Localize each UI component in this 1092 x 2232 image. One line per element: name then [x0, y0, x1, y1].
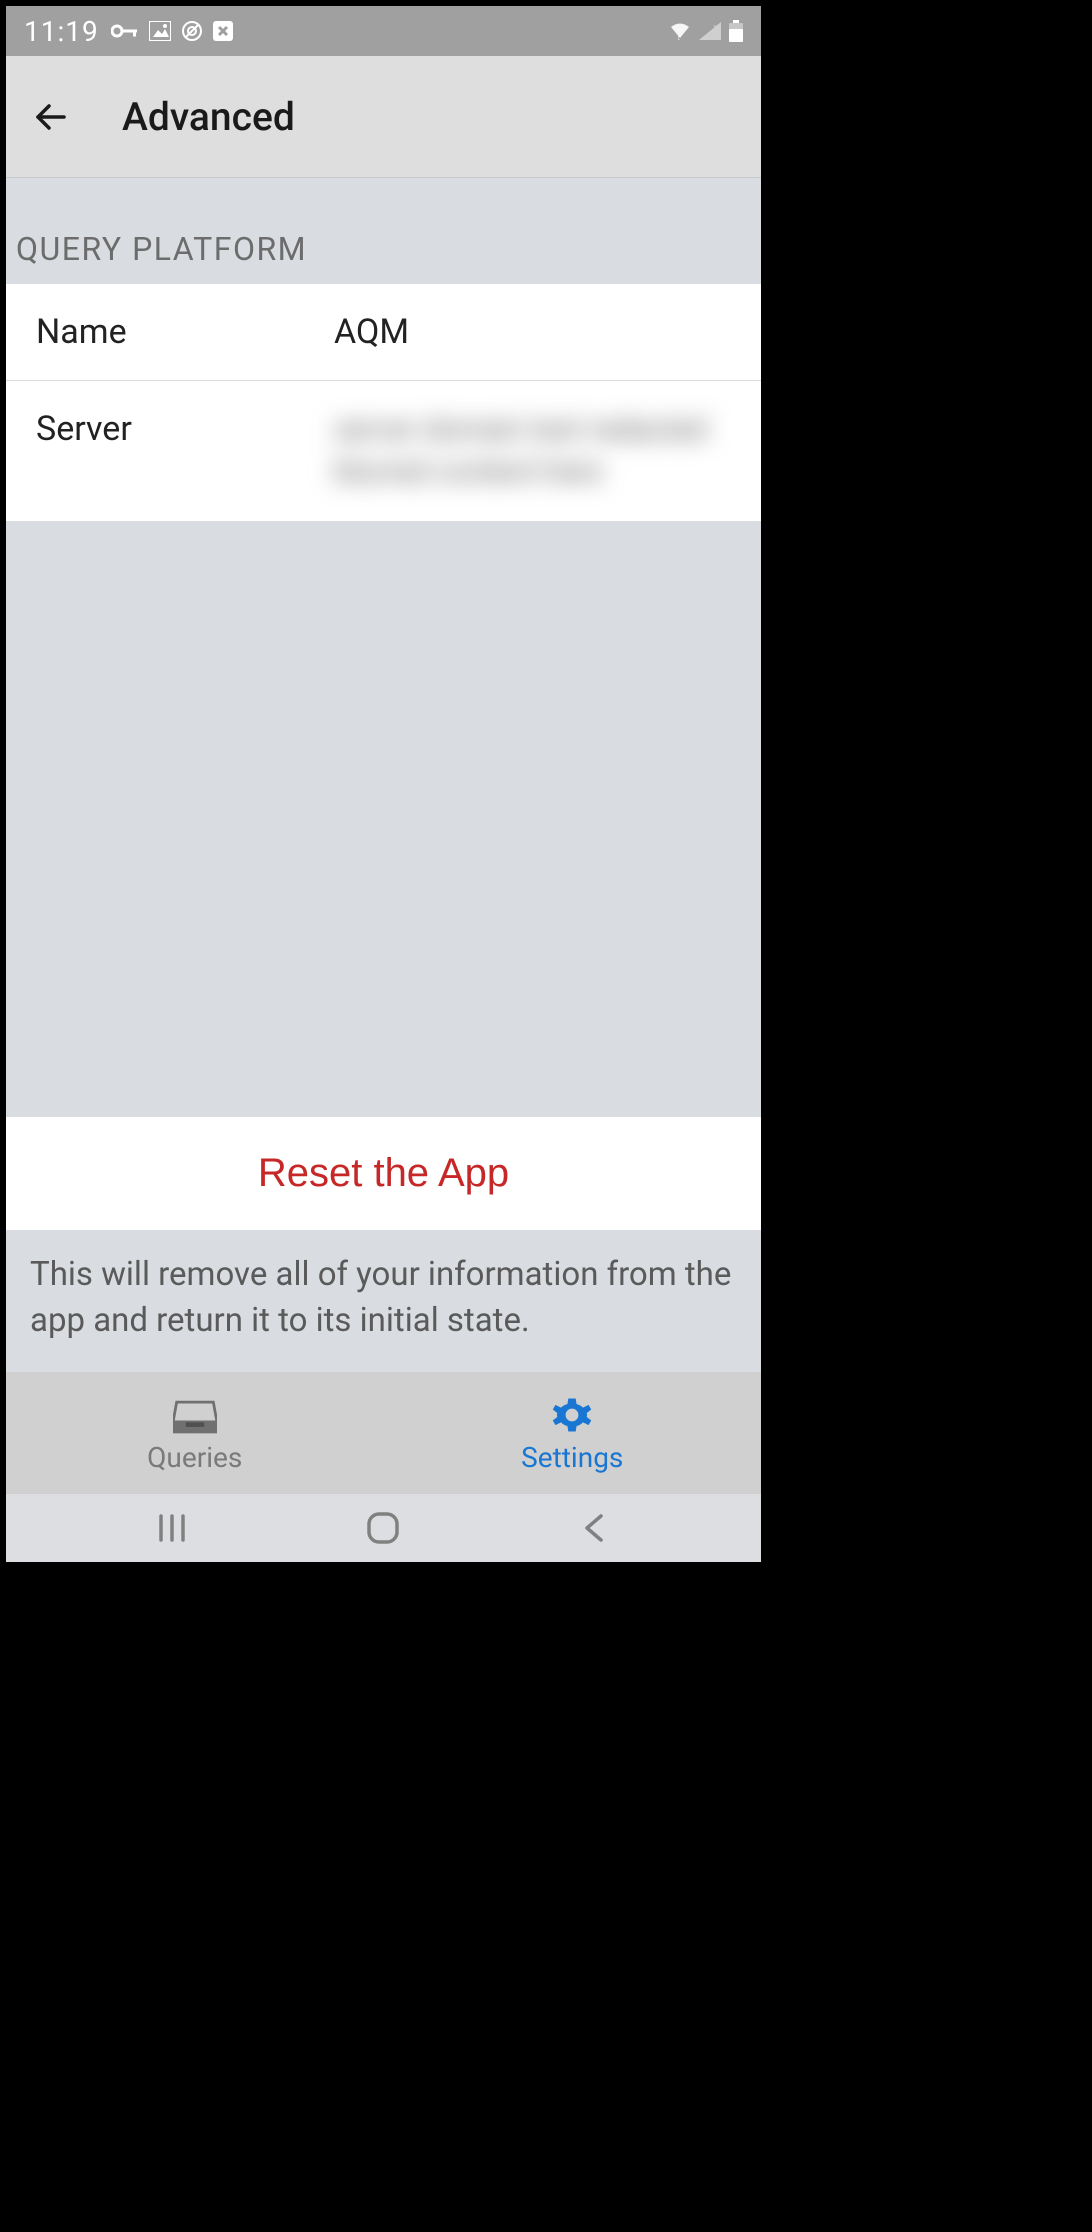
setting-row-name[interactable]: Name AQM	[6, 284, 761, 381]
setting-value: AQM	[334, 312, 731, 352]
setting-label: Server	[36, 409, 326, 449]
nav-item-settings[interactable]: Settings	[384, 1372, 762, 1494]
status-time: 11:19	[24, 15, 99, 48]
nav-item-queries[interactable]: Queries	[6, 1372, 384, 1494]
header: Advanced	[6, 56, 761, 178]
reset-app-button[interactable]: Reset the App	[6, 1117, 761, 1230]
key-icon	[111, 23, 139, 39]
back-icon[interactable]	[34, 99, 70, 135]
inbox-icon	[173, 1393, 217, 1437]
section-header: QUERY PLATFORM	[6, 178, 761, 284]
svg-text:↕: ↕	[677, 34, 681, 40]
recent-apps-button[interactable]	[148, 1508, 196, 1548]
back-button[interactable]	[571, 1508, 619, 1548]
nav-label: Queries	[147, 1441, 242, 1474]
battery-icon	[729, 20, 743, 42]
nav-label: Settings	[521, 1441, 623, 1474]
svg-text:×: ×	[713, 23, 718, 33]
wifi-icon: ↕	[669, 22, 691, 40]
system-nav	[6, 1494, 761, 1562]
reset-description: This will remove all of your information…	[6, 1230, 761, 1372]
no-location-icon	[181, 20, 203, 42]
image-icon	[149, 21, 171, 41]
content-area: QUERY PLATFORM Name AQM Server server do…	[6, 178, 761, 1372]
page-title: Advanced	[122, 94, 295, 140]
setting-value-redacted: server domain text redacted blurred cont…	[334, 409, 731, 493]
status-bar: 11:19	[6, 6, 761, 56]
close-box-icon	[213, 21, 233, 41]
home-button[interactable]	[359, 1508, 407, 1548]
gear-icon	[550, 1393, 594, 1437]
setting-label: Name	[36, 312, 326, 352]
setting-row-server[interactable]: Server server domain text redacted blurr…	[6, 381, 761, 522]
signal-icon: ×	[699, 22, 721, 40]
bottom-nav: Queries Settings	[6, 1372, 761, 1494]
